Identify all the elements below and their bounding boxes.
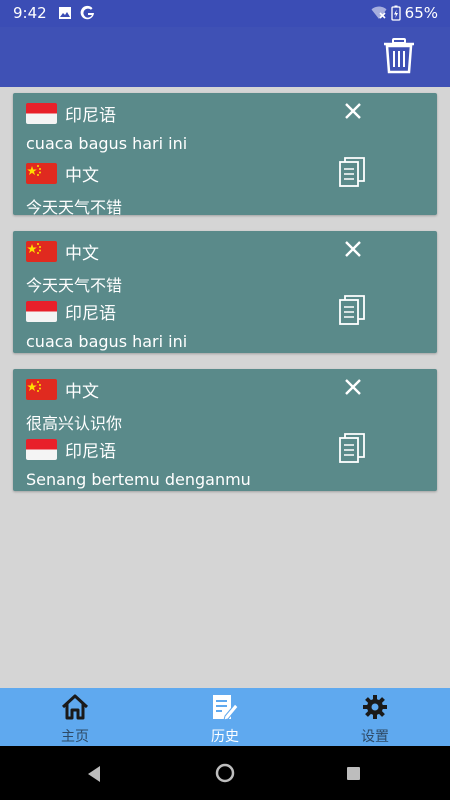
google-icon bbox=[80, 5, 94, 20]
nav-home[interactable]: 主页 bbox=[35, 694, 115, 746]
target-text: 今天天气不错 bbox=[26, 198, 123, 217]
copy-icon bbox=[339, 433, 365, 463]
nav-settings-label: 设置 bbox=[361, 729, 389, 745]
trash-icon bbox=[384, 38, 414, 74]
close-icon bbox=[345, 379, 361, 395]
image-icon bbox=[59, 7, 71, 19]
history-card[interactable]: 印尼语 cuaca bagus hari ini 中文 今天天气不错 bbox=[13, 93, 437, 217]
source-text: 很高兴认识你 bbox=[26, 414, 123, 433]
clear-history-button[interactable] bbox=[382, 37, 416, 75]
nav-history-label: 历史 bbox=[211, 729, 239, 745]
battery-icon bbox=[391, 5, 401, 21]
status-bar: 9:42 65% bbox=[0, 0, 450, 27]
close-icon bbox=[345, 103, 361, 119]
indonesia-flag-icon bbox=[26, 301, 57, 322]
history-card[interactable]: 中文 今天天气不错 印尼语 cuaca bagus hari ini bbox=[13, 231, 437, 353]
source-language: 中文 bbox=[26, 377, 99, 402]
china-flag-icon bbox=[26, 379, 57, 400]
wifi-icon bbox=[371, 6, 387, 19]
target-text: Senang bertemu denganmu bbox=[26, 470, 251, 489]
system-navigation-bar bbox=[0, 746, 450, 800]
bottom-navigation: 主页 历史 设置 bbox=[0, 688, 450, 746]
copy-icon bbox=[339, 295, 365, 325]
target-language-name: 印尼语 bbox=[65, 304, 116, 324]
history-card[interactable]: 中文 很高兴认识你 印尼语 Senang bertemu denganmu bbox=[13, 369, 437, 491]
nav-home-label: 主页 bbox=[61, 729, 89, 745]
target-language: 印尼语 bbox=[26, 299, 116, 324]
china-flag-icon bbox=[26, 241, 57, 262]
delete-entry-button[interactable] bbox=[342, 100, 364, 122]
target-language-name: 中文 bbox=[65, 166, 99, 186]
close-icon bbox=[345, 241, 361, 257]
indonesia-flag-icon bbox=[26, 439, 57, 460]
source-language-name: 中文 bbox=[65, 382, 99, 402]
copy-button[interactable] bbox=[339, 295, 365, 325]
home-icon bbox=[61, 694, 89, 720]
copy-button[interactable] bbox=[339, 157, 365, 187]
recents-icon[interactable] bbox=[346, 766, 361, 781]
target-text: cuaca bagus hari ini bbox=[26, 332, 188, 351]
delete-entry-button[interactable] bbox=[342, 238, 364, 260]
back-icon[interactable] bbox=[86, 765, 102, 783]
copy-icon bbox=[339, 157, 365, 187]
nav-history[interactable]: 历史 bbox=[185, 694, 265, 746]
source-language-name: 中文 bbox=[65, 244, 99, 264]
history-icon bbox=[213, 695, 239, 721]
target-language: 中文 bbox=[26, 161, 99, 186]
status-time: 9:42 bbox=[13, 4, 47, 22]
app-bar bbox=[0, 27, 450, 87]
history-list: 印尼语 cuaca bagus hari ini 中文 今天天气不错 中文 今天… bbox=[13, 93, 437, 507]
delete-entry-button[interactable] bbox=[342, 376, 364, 398]
source-text: cuaca bagus hari ini bbox=[26, 134, 188, 153]
source-language-name: 印尼语 bbox=[65, 106, 116, 126]
status-right: 65% bbox=[371, 4, 438, 22]
home-circle-icon[interactable] bbox=[215, 763, 235, 783]
battery-percent: 65% bbox=[404, 4, 438, 22]
china-flag-icon bbox=[26, 163, 57, 184]
copy-button[interactable] bbox=[339, 433, 365, 463]
source-language: 中文 bbox=[26, 239, 99, 264]
gear-icon bbox=[363, 695, 387, 719]
target-language-name: 印尼语 bbox=[65, 442, 116, 462]
target-language: 印尼语 bbox=[26, 437, 116, 462]
source-language: 印尼语 bbox=[26, 101, 116, 126]
status-notifications bbox=[58, 5, 96, 21]
source-text: 今天天气不错 bbox=[26, 276, 123, 295]
nav-settings[interactable]: 设置 bbox=[335, 694, 415, 746]
indonesia-flag-icon bbox=[26, 103, 57, 124]
